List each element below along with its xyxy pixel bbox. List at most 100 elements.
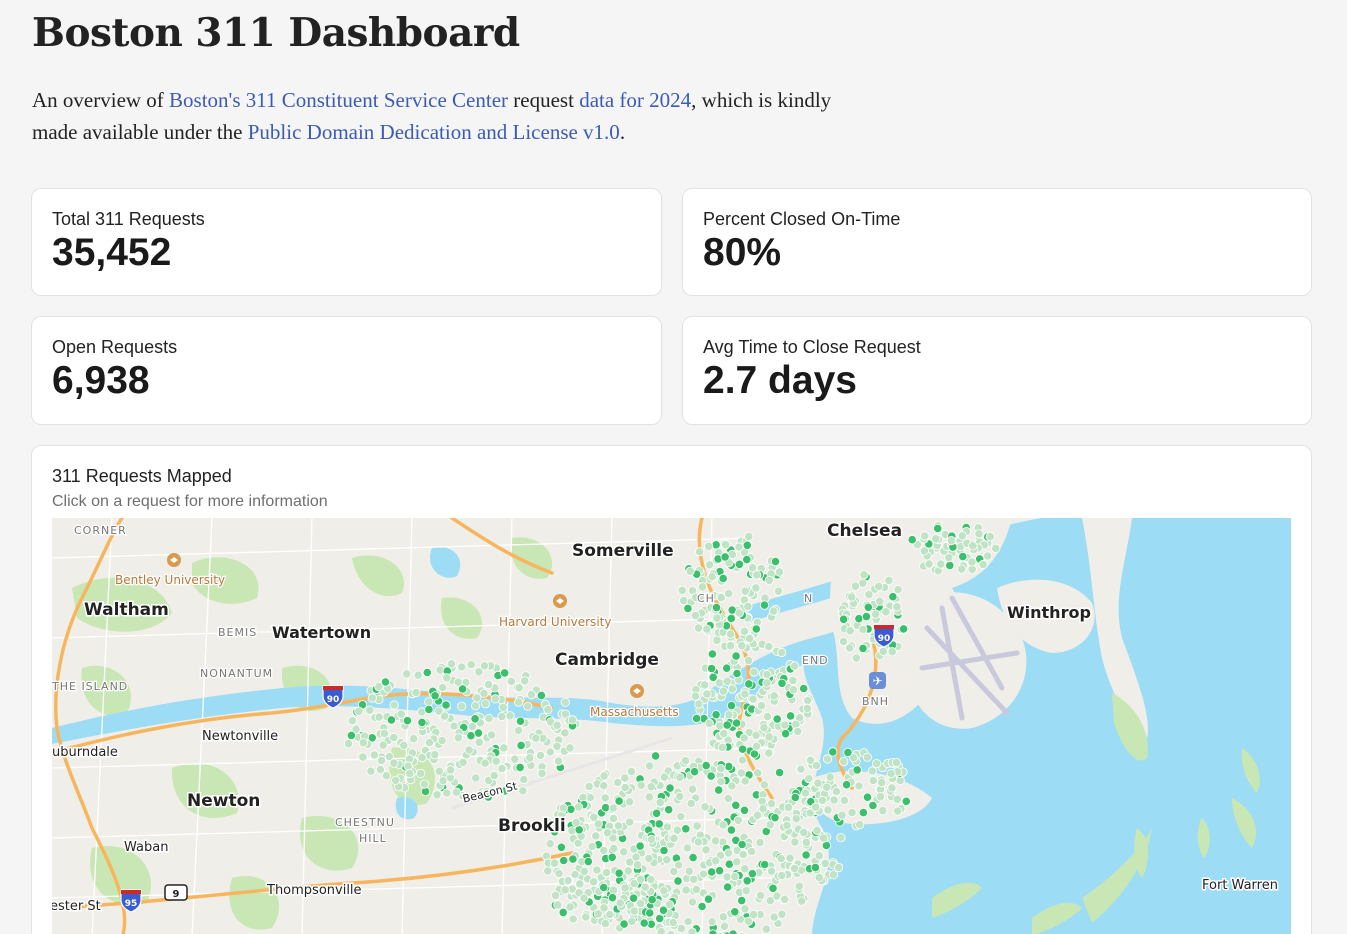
request-marker[interactable] xyxy=(659,886,669,896)
request-marker[interactable] xyxy=(768,606,779,616)
request-marker[interactable] xyxy=(687,897,698,907)
request-marker[interactable] xyxy=(497,711,507,722)
request-marker[interactable] xyxy=(854,781,864,791)
request-marker[interactable] xyxy=(800,788,811,798)
request-marker[interactable] xyxy=(568,914,578,924)
request-marker[interactable] xyxy=(592,865,602,875)
request-marker[interactable] xyxy=(868,800,878,811)
request-marker[interactable] xyxy=(599,781,609,791)
request-marker[interactable] xyxy=(369,750,379,760)
request-marker[interactable] xyxy=(723,848,734,858)
request-marker[interactable] xyxy=(968,541,978,551)
request-marker[interactable] xyxy=(716,776,726,787)
request-marker[interactable] xyxy=(801,850,811,860)
request-marker[interactable] xyxy=(716,764,726,774)
request-marker[interactable] xyxy=(765,896,775,906)
request-marker[interactable] xyxy=(343,739,354,749)
request-marker[interactable] xyxy=(780,729,791,739)
request-marker[interactable] xyxy=(599,882,609,893)
request-marker[interactable] xyxy=(701,845,711,855)
request-marker[interactable] xyxy=(770,556,781,567)
request-marker[interactable] xyxy=(769,691,779,701)
request-marker[interactable] xyxy=(365,705,375,715)
request-marker[interactable] xyxy=(825,772,835,782)
request-marker[interactable] xyxy=(871,759,882,769)
request-marker[interactable] xyxy=(731,718,742,728)
request-marker[interactable] xyxy=(789,863,800,873)
request-marker[interactable] xyxy=(626,766,637,776)
request-marker[interactable] xyxy=(693,623,704,633)
request-marker[interactable] xyxy=(983,551,993,561)
request-marker[interactable] xyxy=(655,797,665,807)
data-2024-link[interactable]: data for 2024 xyxy=(579,88,691,112)
request-marker[interactable] xyxy=(683,916,693,927)
request-marker[interactable] xyxy=(646,782,656,792)
request-marker[interactable] xyxy=(566,804,576,814)
request-marker[interactable] xyxy=(437,736,447,746)
request-marker[interactable] xyxy=(793,726,803,737)
request-marker[interactable] xyxy=(746,846,757,857)
request-marker[interactable] xyxy=(367,693,377,703)
request-marker[interactable] xyxy=(552,741,562,751)
request-marker[interactable] xyxy=(587,841,597,852)
request-marker[interactable] xyxy=(432,790,442,800)
request-marker[interactable] xyxy=(644,853,654,863)
request-marker[interactable] xyxy=(780,720,790,730)
request-marker[interactable] xyxy=(978,559,988,570)
request-marker[interactable] xyxy=(632,860,643,870)
request-marker[interactable] xyxy=(679,596,689,606)
request-marker[interactable] xyxy=(399,740,409,750)
request-marker[interactable] xyxy=(651,808,662,818)
request-marker[interactable] xyxy=(858,643,868,653)
request-marker[interactable] xyxy=(722,720,732,730)
request-marker[interactable] xyxy=(681,885,691,895)
request-marker[interactable] xyxy=(691,713,702,724)
request-marker[interactable] xyxy=(514,683,524,693)
request-marker[interactable] xyxy=(862,752,873,762)
request-marker[interactable] xyxy=(891,758,902,768)
request-marker[interactable] xyxy=(646,834,657,844)
request-marker[interactable] xyxy=(552,720,562,730)
request-marker[interactable] xyxy=(681,824,691,834)
request-marker[interactable] xyxy=(389,700,399,710)
request-marker[interactable] xyxy=(790,837,800,847)
request-marker[interactable] xyxy=(748,694,758,704)
request-marker[interactable] xyxy=(887,783,897,793)
request-marker[interactable] xyxy=(780,894,790,904)
request-marker[interactable] xyxy=(822,754,833,764)
request-marker[interactable] xyxy=(790,792,800,802)
request-marker[interactable] xyxy=(457,662,467,672)
request-marker[interactable] xyxy=(817,795,828,806)
request-marker[interactable] xyxy=(944,552,954,563)
request-marker[interactable] xyxy=(583,856,593,867)
request-marker[interactable] xyxy=(810,862,821,873)
request-marker[interactable] xyxy=(659,845,669,856)
request-marker[interactable] xyxy=(797,896,807,906)
request-marker[interactable] xyxy=(722,663,732,673)
request-marker[interactable] xyxy=(608,813,619,823)
request-marker[interactable] xyxy=(740,689,750,699)
request-marker[interactable] xyxy=(664,899,675,910)
request-marker[interactable] xyxy=(698,869,709,879)
request-marker[interactable] xyxy=(602,828,613,838)
request-marker[interactable] xyxy=(777,678,787,688)
request-marker[interactable] xyxy=(629,906,639,916)
request-marker[interactable] xyxy=(631,852,641,862)
request-marker[interactable] xyxy=(386,715,396,725)
request-marker[interactable] xyxy=(766,799,777,809)
request-marker[interactable] xyxy=(682,843,693,853)
request-marker[interactable] xyxy=(760,859,770,870)
request-marker[interactable] xyxy=(467,721,477,732)
request-marker[interactable] xyxy=(756,701,767,711)
request-marker[interactable] xyxy=(812,825,822,835)
request-marker[interactable] xyxy=(685,566,695,576)
request-marker[interactable] xyxy=(366,766,376,776)
request-marker[interactable] xyxy=(769,912,779,922)
request-marker[interactable] xyxy=(716,593,726,603)
request-marker[interactable] xyxy=(843,747,853,757)
request-marker[interactable] xyxy=(707,867,717,877)
request-marker[interactable] xyxy=(422,667,432,678)
request-marker[interactable] xyxy=(837,810,847,820)
request-marker[interactable] xyxy=(608,885,619,895)
request-marker[interactable] xyxy=(599,903,609,913)
